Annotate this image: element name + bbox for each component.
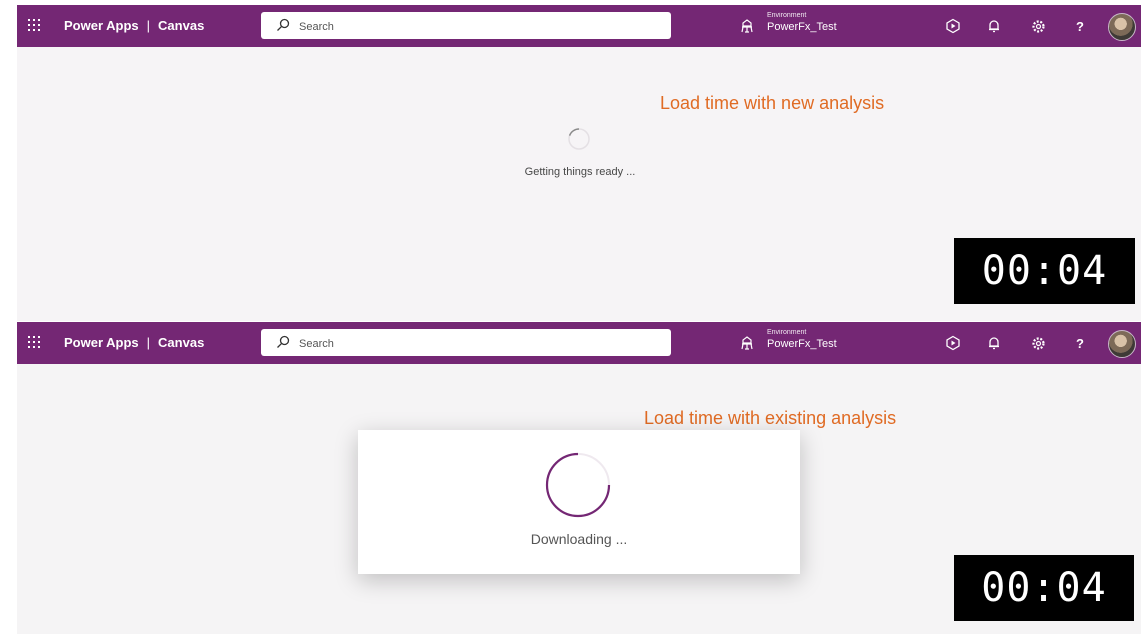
help-icon[interactable]: ?: [1071, 17, 1089, 35]
search-input[interactable]: [297, 333, 661, 354]
app-launcher-icon[interactable]: [28, 336, 42, 350]
brand-name: Power Apps: [64, 335, 139, 350]
brand-section: Canvas: [158, 18, 205, 33]
brand-name: Power Apps: [64, 18, 139, 33]
brand[interactable]: Power Apps | Canvas: [64, 335, 204, 350]
avatar[interactable]: [1108, 13, 1136, 41]
play-icon[interactable]: [944, 334, 962, 352]
timer: 00:04: [954, 555, 1134, 621]
environment-icon[interactable]: [739, 335, 755, 351]
annotation-new-analysis: Load time with new analysis: [660, 93, 885, 113]
brand-separator: |: [146, 335, 151, 350]
app-launcher-icon[interactable]: [28, 19, 42, 33]
search-icon: [277, 335, 290, 348]
brand-separator: |: [146, 18, 151, 33]
environment-name: PowerFx_Test: [767, 338, 837, 350]
loading-spinner-icon: [545, 452, 611, 518]
settings-icon[interactable]: [1029, 17, 1047, 35]
avatar[interactable]: [1108, 330, 1136, 358]
brand-section: Canvas: [158, 335, 205, 350]
search-input[interactable]: [297, 16, 661, 37]
top-bar: Power Apps | Canvas Environment PowerFx_Te…: [17, 322, 1141, 364]
notification-icon[interactable]: [985, 17, 1003, 35]
help-icon[interactable]: ?: [1071, 334, 1089, 352]
environment-picker[interactable]: Environment PowerFx_Test: [767, 11, 837, 34]
panel-existing-analysis: Power Apps | Canvas Environment PowerFx_Te…: [17, 322, 1141, 634]
brand[interactable]: Power Apps | Canvas: [64, 18, 204, 33]
notification-icon[interactable]: [985, 334, 1003, 352]
annotation-existing-analysis: Load time with existing analysis: [644, 408, 897, 428]
loading-text: Getting things ready ...: [524, 166, 636, 178]
settings-icon[interactable]: [1029, 334, 1047, 352]
search-box[interactable]: [261, 12, 671, 39]
environment-name: PowerFx_Test: [767, 21, 837, 33]
top-bar: Power Apps | Canvas Environment PowerFx_Te…: [17, 5, 1141, 47]
environment-label: Environment: [767, 12, 807, 19]
play-icon[interactable]: [944, 17, 962, 35]
environment-picker[interactable]: Environment PowerFx_Test: [767, 328, 837, 351]
environment-icon[interactable]: [739, 18, 755, 34]
panel-new-analysis: Power Apps | Canvas Environment PowerFx_Te…: [17, 5, 1141, 321]
loading-spinner-icon: [568, 128, 590, 150]
downloading-text: Downloading ...: [530, 531, 628, 547]
search-box[interactable]: [261, 329, 671, 356]
timer: 00:04: [954, 238, 1135, 304]
search-icon: [277, 18, 290, 31]
downloading-dialog: Downloading ...: [358, 430, 800, 574]
environment-label: Environment: [767, 329, 807, 336]
